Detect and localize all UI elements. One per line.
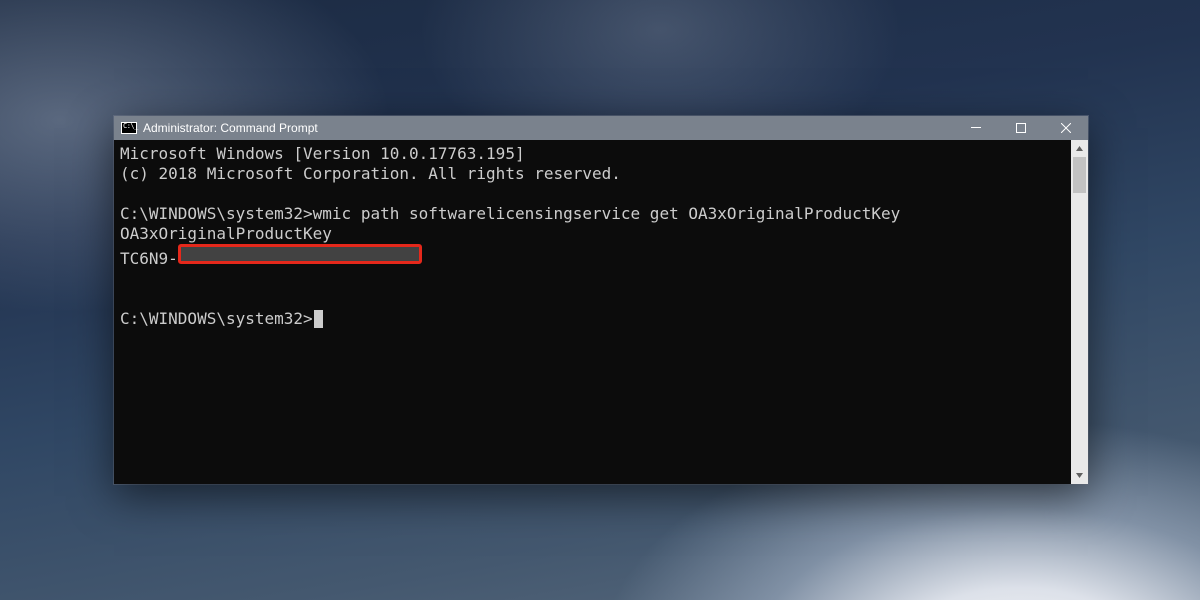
scroll-down-button[interactable] xyxy=(1071,467,1088,484)
banner-line: Microsoft Windows [Version 10.0.17763.19… xyxy=(120,144,1071,164)
entered-command: wmic path softwarelicensingservice get O… xyxy=(313,204,901,223)
redacted-product-key xyxy=(178,244,422,264)
minimize-button[interactable] xyxy=(953,116,998,140)
product-key-prefix: TC6N9- xyxy=(120,249,178,268)
cmd-icon xyxy=(121,122,137,134)
blank-line xyxy=(120,184,1071,204)
prompt-path: C:\WINDOWS\system32> xyxy=(120,309,313,329)
scroll-up-button[interactable] xyxy=(1071,140,1088,157)
command-line: C:\WINDOWS\system32>wmic path softwareli… xyxy=(120,204,1071,224)
scrollbar-thumb[interactable] xyxy=(1073,157,1086,193)
maximize-button[interactable] xyxy=(998,116,1043,140)
output-value-line: TC6N9- xyxy=(120,244,1071,269)
command-prompt-window: Administrator: Command Prompt Microsoft … xyxy=(114,116,1088,484)
window-titlebar[interactable]: Administrator: Command Prompt xyxy=(114,116,1088,140)
output-header: OA3xOriginalProductKey xyxy=(120,224,1071,244)
console-output[interactable]: Microsoft Windows [Version 10.0.17763.19… xyxy=(114,140,1071,484)
window-title: Administrator: Command Prompt xyxy=(143,121,318,135)
window-client-area: Microsoft Windows [Version 10.0.17763.19… xyxy=(114,140,1088,484)
prompt-path: C:\WINDOWS\system32> xyxy=(120,204,313,223)
scrollbar-track[interactable] xyxy=(1071,157,1088,467)
blank-line xyxy=(120,289,1071,309)
close-button[interactable] xyxy=(1043,116,1088,140)
active-prompt-line[interactable]: C:\WINDOWS\system32> xyxy=(120,309,1071,329)
vertical-scrollbar[interactable] xyxy=(1071,140,1088,484)
blank-line xyxy=(120,269,1071,289)
desktop-background: Administrator: Command Prompt Microsoft … xyxy=(0,0,1200,600)
banner-line: (c) 2018 Microsoft Corporation. All righ… xyxy=(120,164,1071,184)
text-cursor xyxy=(314,310,323,328)
